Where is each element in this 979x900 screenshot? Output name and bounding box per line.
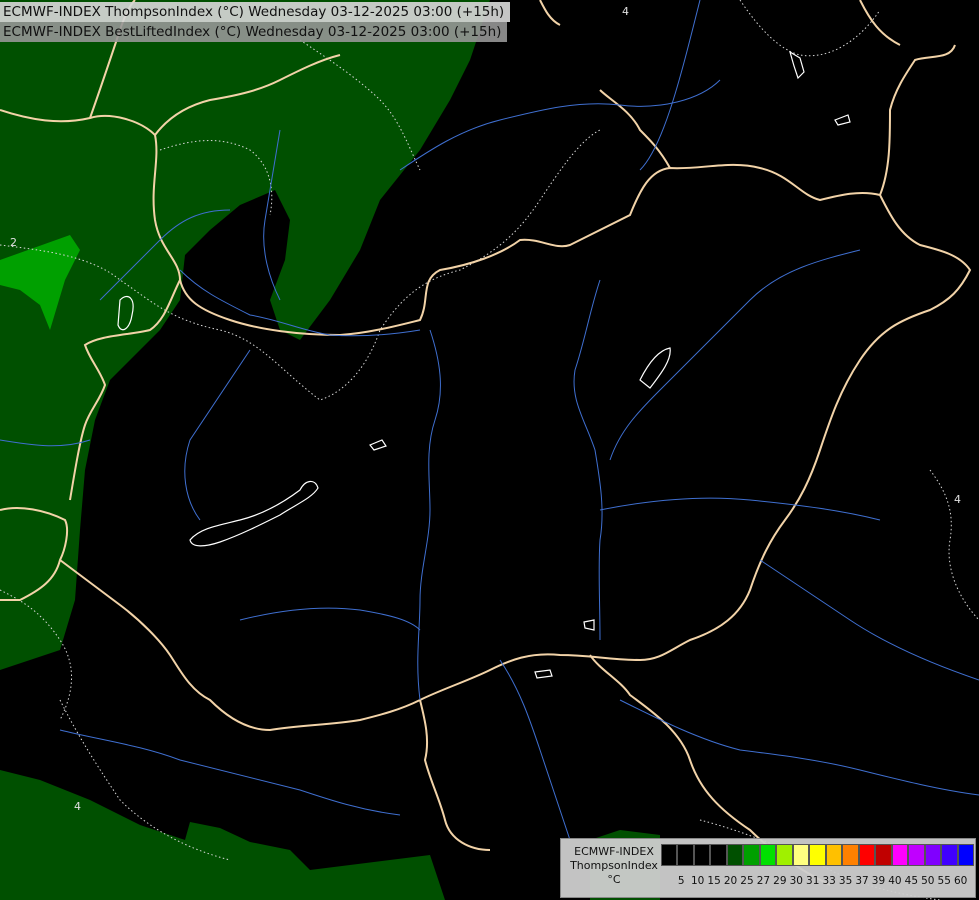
- legend-swatch: [661, 844, 678, 866]
- legend-swatch: [809, 844, 826, 866]
- legend-tick-label: 10: [690, 875, 705, 887]
- legend-swatch: [726, 844, 744, 866]
- legend-tick-label: 27: [756, 875, 771, 887]
- legend-swatch: [891, 844, 909, 866]
- legend-tick-label: 29: [773, 875, 787, 887]
- contour-label: 4: [622, 5, 629, 18]
- map-title-thompson: ECMWF-INDEX ThompsonIndex (°C) Wednesday…: [0, 2, 511, 22]
- legend-swatch: [792, 844, 810, 866]
- legend-tick-label: 37: [855, 875, 869, 887]
- legend-tick-label: 50: [921, 875, 935, 887]
- map-title-bestlifted: ECMWF-INDEX BestLiftedIndex (°C) Wednesd…: [0, 22, 508, 42]
- legend-swatch: [941, 844, 958, 866]
- legend-swatch: [743, 844, 760, 866]
- legend-swatch: [957, 844, 975, 866]
- legend-title-line: °C: [607, 873, 621, 886]
- contour-label: 4: [74, 800, 81, 813]
- legend-tick-label: 31: [806, 875, 820, 887]
- contour-label: 4: [954, 493, 961, 506]
- legend-swatch: [858, 844, 876, 866]
- legend-swatch: [693, 844, 711, 866]
- legend-swatch: [875, 844, 892, 866]
- legend-swatch: [677, 844, 694, 866]
- legend-tick-label: 15: [707, 875, 721, 887]
- legend-tick-label: 20: [723, 875, 738, 887]
- legend-tick-label: 45: [904, 875, 919, 887]
- legend-swatch: [842, 844, 859, 866]
- contour-label: 2: [10, 236, 17, 249]
- legend-title-line: ECMWF-INDEX: [574, 845, 654, 858]
- legend-title: ECMWF-INDEX ThompsonIndex °C: [567, 845, 661, 887]
- legend-tick-label: 5: [677, 875, 685, 887]
- legend-tick-label: 55: [937, 875, 951, 887]
- legend-title-line: ThompsonIndex: [570, 859, 658, 872]
- legend-tick-label: 25: [740, 875, 754, 887]
- legend-ticks: 5 10 15 20 25 27 29 30 31 33 35 37 39 40 45 50 55 60: [673, 875, 969, 887]
- legend-tick-label: 60: [953, 875, 968, 887]
- legend-tick-label: 33: [822, 875, 836, 887]
- legend-swatch: [908, 844, 925, 866]
- legend-swatch: [776, 844, 793, 866]
- legend-tick-label: 35: [838, 875, 853, 887]
- color-legend: ECMWF-INDEX ThompsonIndex °C 5 10 15 20 25 27…: [560, 838, 976, 898]
- legend-swatch: [825, 844, 843, 866]
- legend-tick-label: 39: [871, 875, 886, 887]
- legend-tick-label: 30: [789, 875, 803, 887]
- legend-swatch: [924, 844, 942, 866]
- legend-swatches: [661, 844, 975, 866]
- legend-swatch: [710, 844, 727, 866]
- weather-map: 2 4 4 4: [0, 0, 979, 900]
- legend-tick-label: 40: [888, 875, 902, 887]
- legend-swatch: [759, 844, 777, 866]
